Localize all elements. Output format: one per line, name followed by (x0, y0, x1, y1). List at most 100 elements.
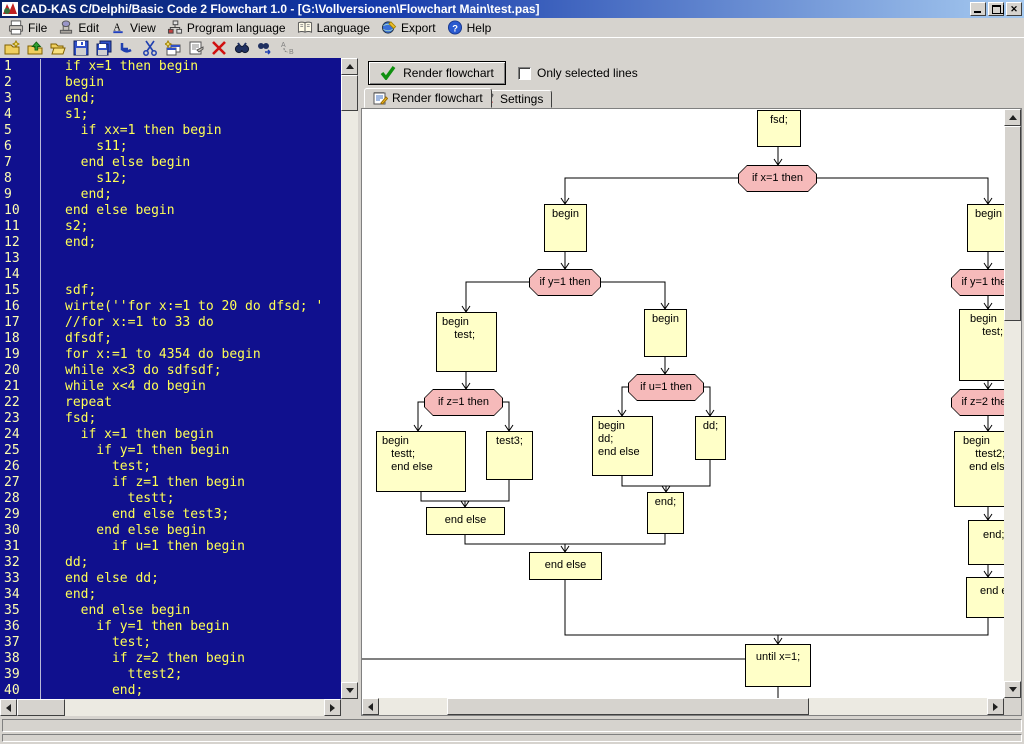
flow-node-end-else-2: end else (529, 552, 602, 580)
flowchart-horizontal-scrollbar[interactable] (362, 698, 1004, 715)
code-text: if u=1 then begin (41, 539, 245, 555)
editor-line: 21while x<4 do begin (0, 379, 341, 395)
flowchart-scroll-right-button[interactable] (987, 698, 1004, 715)
new-file-button[interactable] (3, 40, 21, 57)
import-file-button[interactable] (26, 40, 44, 57)
code-text (41, 267, 65, 283)
editor-horizontal-scroll-thumb[interactable] (17, 699, 65, 716)
flow-node-begin-test-left: begin test; (436, 312, 497, 372)
code-text: end else dd; (41, 571, 159, 587)
editor-line: 19for x:=1 to 4354 do begin (0, 347, 341, 363)
find-button[interactable] (233, 40, 251, 57)
editor-horizontal-scrollbar[interactable] (0, 699, 341, 716)
replace-icon: AB (280, 40, 296, 56)
code-text: dd; (41, 555, 88, 571)
line-number: 2 (0, 75, 41, 91)
globe-icon (381, 20, 397, 35)
editor-line: 28 testt; (0, 491, 341, 507)
cut-button[interactable] (141, 40, 159, 57)
flow-node-begin-testt: begin testt; end else (376, 431, 466, 492)
editor-scroll-left-button[interactable] (0, 699, 17, 716)
menu-export[interactable]: Export (377, 18, 443, 37)
tab-render-flowchart[interactable]: Render flowchart (364, 88, 492, 108)
open-file-icon (50, 40, 66, 56)
flowchart-scroll-up-button[interactable] (1004, 109, 1021, 126)
editor-line: 18dfsdf; (0, 331, 341, 347)
delete-button[interactable] (210, 40, 228, 57)
menu-edit[interactable]: Edit (54, 18, 106, 37)
flowchart-scroll-left-button[interactable] (362, 698, 379, 715)
editor-line: 14 (0, 267, 341, 283)
code-text: s11; (41, 139, 128, 155)
code-text: end else begin (41, 203, 175, 219)
editor-vertical-scrollbar[interactable] (341, 58, 358, 699)
menu-file[interactable]: File (4, 18, 54, 37)
close-button[interactable] (1006, 2, 1022, 16)
flow-node-begin-center: begin (644, 309, 687, 357)
line-number: 34 (0, 587, 41, 603)
code-text: fsd; (41, 411, 96, 427)
arrow-down-icon (1009, 687, 1017, 696)
menu-help[interactable]: ? Help (443, 18, 499, 37)
line-number: 33 (0, 571, 41, 587)
menu-view[interactable]: A View (106, 18, 163, 37)
arrow-right-icon (330, 704, 339, 712)
main-area: 1if x=1 then begin2begin3end;4s1;5 if xx… (0, 58, 1024, 716)
code-text: if x=1 then begin (41, 59, 198, 75)
editor-line: 10end else begin (0, 203, 341, 219)
undo-button[interactable] (118, 40, 136, 57)
save-all-button[interactable] (95, 40, 113, 57)
editor-lines[interactable]: 1if x=1 then begin2begin3end;4s1;5 if xx… (0, 58, 341, 699)
minimize-button[interactable] (970, 2, 986, 16)
copy-window-button[interactable] (164, 40, 182, 57)
find-next-button[interactable] (256, 40, 274, 57)
menu-program-language[interactable]: Program language (163, 18, 293, 37)
flowchart-vertical-scroll-thumb[interactable] (1004, 126, 1021, 321)
flow-node-if-u1: if u=1 then (628, 374, 704, 401)
replace-button[interactable]: AB (279, 40, 297, 57)
code-text: end else begin (41, 603, 190, 619)
editor-scroll-up-button[interactable] (341, 58, 358, 75)
only-selected-lines-checkbox[interactable] (518, 67, 531, 80)
new-file-icon (4, 40, 20, 56)
editor-line: 32dd; (0, 555, 341, 571)
properties-button[interactable] (187, 40, 205, 57)
line-number: 16 (0, 299, 41, 315)
window-title: CAD-KAS C/Delphi/Basic Code 2 Flowchart … (21, 2, 966, 16)
flowchart-horizontal-scroll-thumb[interactable] (447, 698, 809, 715)
save-button[interactable] (72, 40, 90, 57)
editor-vertical-scroll-thumb[interactable] (341, 75, 358, 111)
flow-node-if-x1: if x=1 then (738, 165, 817, 192)
flowchart-canvas-wrap: fsd; if x=1 then begin if y=1 then begin… (361, 108, 1022, 716)
flowchart-panel: Render flowchart Only selected lines Ren… (362, 58, 1024, 716)
properties-icon (188, 40, 204, 56)
editor-line: 36 if y=1 then begin (0, 619, 341, 635)
line-number: 28 (0, 491, 41, 507)
editor-scroll-right-button[interactable] (324, 699, 341, 716)
find-icon (234, 40, 250, 56)
code-text: dfsdf; (41, 331, 112, 347)
code-text: end else begin (41, 155, 190, 171)
arrow-down-icon (346, 688, 354, 697)
render-flowchart-button[interactable]: Render flowchart (368, 61, 506, 85)
flow-node-if-z2-right: if z=2 then (951, 389, 1004, 416)
check-icon (380, 66, 396, 80)
line-number: 29 (0, 507, 41, 523)
restore-button[interactable] (988, 2, 1004, 16)
code-text: end; (41, 683, 143, 699)
open-file-button[interactable] (49, 40, 67, 57)
arrow-left-icon (364, 703, 373, 711)
menu-language[interactable]: Language (293, 18, 377, 37)
flowchart-vertical-scrollbar[interactable] (1004, 109, 1021, 698)
controls-row: Render flowchart Only selected lines (362, 58, 1024, 88)
line-number: 31 (0, 539, 41, 555)
printer-icon (8, 20, 24, 35)
editor-line: 2begin (0, 75, 341, 91)
code-text: end; (41, 91, 96, 107)
editor-scroll-down-button[interactable] (341, 682, 358, 699)
editor-line: 16wirte(''for x:=1 to 20 do dfsd; ' (0, 299, 341, 315)
flowchart-scroll-down-button[interactable] (1004, 681, 1021, 698)
line-number: 38 (0, 651, 41, 667)
editor-line: 22repeat (0, 395, 341, 411)
code-text: if z=1 then begin (41, 475, 245, 491)
